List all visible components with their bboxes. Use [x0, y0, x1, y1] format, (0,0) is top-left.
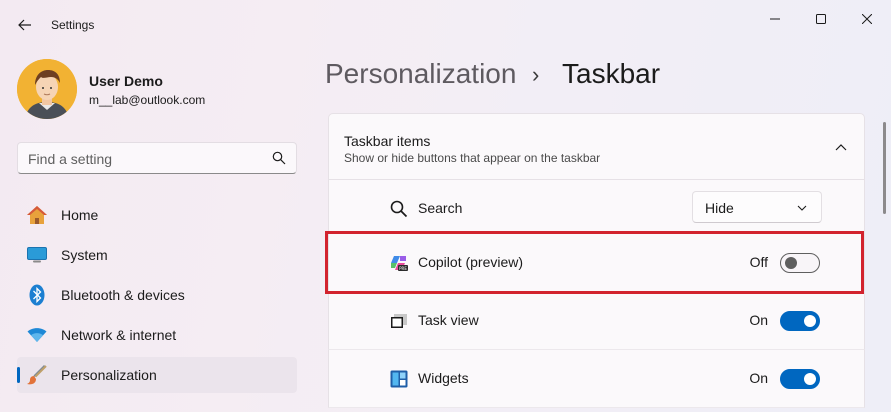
- toggle-state-label: On: [749, 370, 768, 386]
- toggle-state-label: Off: [749, 254, 768, 270]
- row-label: Copilot (preview): [418, 254, 524, 270]
- wifi-icon: [26, 324, 48, 346]
- taskbar-item-widgets: Widgets On: [328, 350, 865, 408]
- taskbar-items-section[interactable]: Taskbar items Show or hide buttons that …: [328, 113, 865, 180]
- toggle-knob: [804, 373, 816, 385]
- row-label: Search: [418, 200, 463, 216]
- svg-text:PRE: PRE: [399, 266, 407, 271]
- breadcrumb-separator: ›: [532, 62, 540, 87]
- user-email: m__lab@outlook.com: [89, 93, 206, 107]
- brush-icon: [26, 364, 48, 386]
- toggle-state-label: On: [749, 312, 768, 328]
- back-button[interactable]: [12, 12, 38, 38]
- maximize-icon: [816, 14, 826, 24]
- active-indicator: [17, 367, 20, 383]
- app-title: Settings: [51, 18, 95, 32]
- search-icon: [389, 199, 409, 219]
- task-view-toggle[interactable]: [780, 311, 820, 331]
- chevron-down-icon: [797, 205, 807, 211]
- minimize-button[interactable]: [752, 6, 798, 32]
- collapse-button[interactable]: [832, 138, 850, 156]
- sidebar-item-label: Bluetooth & devices: [61, 287, 185, 303]
- toggle-knob: [804, 315, 816, 327]
- task-view-icon: [389, 311, 409, 331]
- avatar[interactable]: [17, 59, 77, 119]
- widgets-icon: [389, 369, 409, 389]
- user-name: User Demo: [89, 73, 163, 89]
- chevron-up-icon: [835, 144, 847, 151]
- section-title: Taskbar items: [344, 133, 431, 149]
- sidebar-item-system[interactable]: System: [17, 237, 297, 273]
- widgets-toggle[interactable]: [780, 369, 820, 389]
- sidebar-item-bluetooth[interactable]: Bluetooth & devices: [17, 277, 297, 313]
- taskbar-item-task-view: Task view On: [328, 292, 865, 350]
- system-icon: [26, 244, 48, 266]
- bluetooth-icon: [26, 284, 48, 306]
- minimize-icon: [770, 18, 780, 20]
- sidebar-item-label: Home: [61, 207, 99, 223]
- close-button[interactable]: [844, 6, 890, 32]
- user-avatar-icon: [17, 59, 77, 119]
- row-label: Task view: [418, 312, 479, 328]
- sidebar-item-label: Personalization: [61, 367, 157, 383]
- sidebar-item-label: System: [61, 247, 108, 263]
- search-box[interactable]: [17, 142, 297, 174]
- sidebar-item-personalization[interactable]: Personalization: [17, 357, 297, 393]
- breadcrumb-parent[interactable]: Personalization: [325, 58, 516, 90]
- search-icon: [272, 151, 286, 165]
- dropdown-value: Hide: [705, 200, 734, 216]
- page-title: Taskbar: [562, 58, 661, 89]
- toggle-knob: [785, 257, 797, 269]
- search-input[interactable]: [28, 150, 258, 168]
- sidebar-item-network[interactable]: Network & internet: [17, 317, 297, 353]
- sidebar-item-label: Network & internet: [61, 327, 177, 343]
- scrollbar[interactable]: [883, 122, 886, 214]
- close-icon: [862, 14, 872, 24]
- sidebar-item-home[interactable]: Home: [17, 197, 297, 233]
- taskbar-item-copilot: PRE Copilot (preview) Off: [328, 234, 865, 292]
- search-visibility-dropdown[interactable]: Hide: [692, 191, 822, 223]
- taskbar-item-search: Search Hide: [328, 180, 865, 238]
- section-subtitle: Show or hide buttons that appear on the …: [344, 151, 601, 165]
- copilot-icon: PRE: [389, 253, 409, 273]
- maximize-button[interactable]: [798, 6, 844, 32]
- title-bar: Settings: [0, 0, 891, 48]
- copilot-toggle[interactable]: [780, 253, 820, 273]
- arrow-left-icon: [18, 19, 31, 31]
- row-label: Widgets: [418, 370, 469, 386]
- home-icon: [26, 204, 48, 226]
